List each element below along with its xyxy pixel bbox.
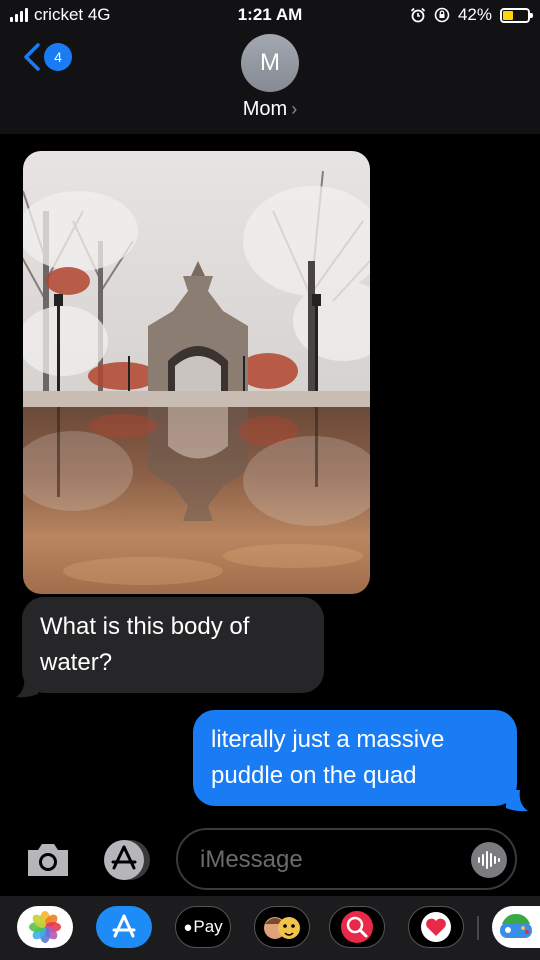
contact-info-button[interactable]: M Mom › [0,34,540,121]
memoji-icon [264,917,300,939]
outgoing-message-bubble[interactable]: literally just a massive puddle on the q… [193,710,517,806]
digital-touch-button[interactable] [408,906,464,948]
input-placeholder: iMessage [200,846,303,873]
imessage-input[interactable]: iMessage [176,828,517,890]
contact-name: Mom › [243,98,297,121]
battery-icon [500,7,533,23]
web-search-icon [341,911,373,943]
apple-pay-icon: ● [183,918,193,936]
game-icon [500,914,532,938]
photos-icon [29,911,61,943]
app-store-app-button[interactable] [96,906,152,948]
camera-icon[interactable] [24,838,72,882]
status-bar: cricket 4G 1:21 AM 42% [0,0,540,30]
web-search-button[interactable] [329,906,385,948]
apple-pay-label: Pay [193,917,223,936]
apple-pay-button[interactable]: ● Pay [175,906,231,948]
campus-puddle-photo [23,151,370,594]
memoji-button[interactable] [254,906,310,948]
photo-message[interactable] [23,151,370,594]
game-app-button[interactable] [492,906,540,948]
battery-percent: 42% [457,5,492,24]
waveform-icon [478,851,500,869]
photos-app-button[interactable] [17,906,73,948]
incoming-bubble-tail [16,676,38,698]
app-store-icon [112,914,136,938]
outgoing-message-text: literally just a massive puddle on the q… [211,726,445,789]
rotation-lock-icon [434,7,450,23]
conversation-header: cricket 4G 1:21 AM 42% 4 M Mom › [0,0,540,134]
alarm-icon [410,7,426,23]
chevron-right-icon: › [291,99,298,119]
contact-avatar: M [241,34,299,92]
imessage-app-tray: ● Pay [0,896,540,960]
contact-name-label: Mom [242,98,288,120]
incoming-message-text: What is this body of water? [40,613,250,676]
digital-touch-icon [421,912,451,942]
incoming-message-bubble[interactable]: What is this body of water? [22,597,324,693]
status-icons: 42% [410,5,533,25]
audio-message-button[interactable] [471,842,507,878]
outgoing-bubble-tail [506,790,528,812]
app-store-apps-icon[interactable] [100,838,154,882]
battery-level [503,10,514,20]
tray-divider [477,916,479,940]
